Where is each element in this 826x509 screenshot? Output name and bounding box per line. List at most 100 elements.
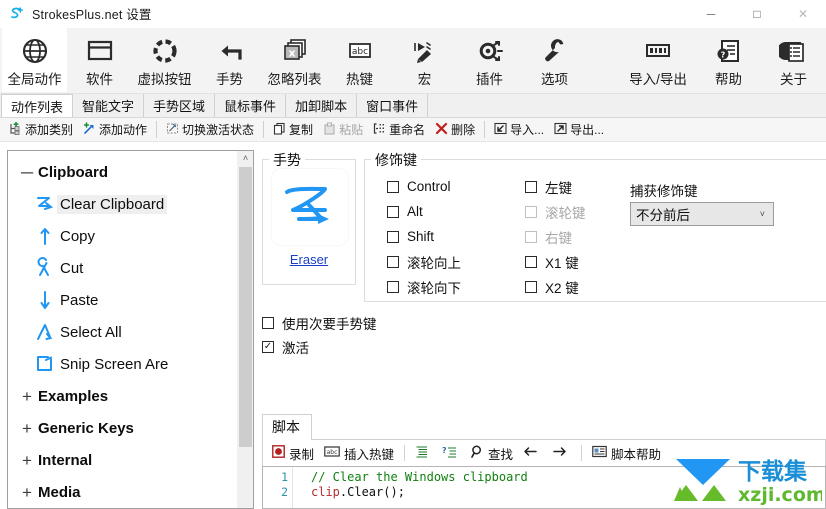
shift-checkbox[interactable] [387, 230, 399, 243]
tab-smart-text[interactable]: 智能文字 [73, 94, 145, 117]
actions-tree[interactable]: ─ Clipboard Clear Clipboard Copy Cut Pas… [8, 151, 237, 508]
checkbox-row-left-button[interactable]: 左键 [525, 174, 586, 199]
expand-expander-icon[interactable]: + [16, 484, 38, 501]
capture-modifiers-select[interactable]: 不分前后 ˅ [630, 202, 774, 226]
alt-checkbox[interactable] [387, 205, 399, 218]
tree-item-select-all[interactable]: Select All [8, 316, 237, 348]
tab-load-unload-scripts[interactable]: 加卸脚本 [286, 94, 358, 117]
tab-action-list[interactable]: 动作列表 [1, 94, 74, 117]
script-code-area[interactable]: // Clear the Windows clipboard clip.Clea… [293, 467, 825, 508]
import-button[interactable]: 导入... [489, 119, 549, 141]
delete-button[interactable]: 删除 [430, 119, 480, 141]
checkbox-row-x2-button[interactable]: X2 键 [525, 274, 586, 299]
checkbox-row-x1-button[interactable]: X1 键 [525, 249, 586, 274]
line-number: 2 [281, 485, 288, 499]
ribbon-item-software[interactable]: 软件 [67, 28, 132, 92]
use-secondary-gesture-key-checkbox[interactable] [262, 317, 274, 329]
expand-expander-icon[interactable]: + [16, 388, 38, 405]
intellisense-button[interactable]: ? [437, 442, 466, 464]
ribbon-item-hotkeys[interactable]: abc 热键 [327, 28, 392, 92]
x1-button-checkbox[interactable] [525, 255, 537, 268]
checkbox-row-enabled[interactable]: ✓ 激活 [262, 335, 377, 359]
tree-group-examples[interactable]: + Examples [8, 380, 237, 412]
rename-button[interactable]: 重命名 [368, 119, 430, 141]
maximize-button[interactable]: □ [734, 0, 780, 28]
scroll-up-arrow-icon[interactable]: ˄ [238, 151, 253, 165]
enabled-checkbox[interactable]: ✓ [262, 341, 274, 353]
checkbox-row-use-secondary-gesture-key[interactable]: 使用次要手势键 [262, 311, 377, 335]
navigate-forward-button[interactable] [547, 442, 576, 464]
ribbon-item-macros[interactable]: 宏 [392, 28, 457, 92]
left-button-checkbox[interactable] [525, 180, 537, 193]
navigate-back-button[interactable] [518, 442, 547, 464]
tree-group-generic-keys[interactable]: + Generic Keys [8, 412, 237, 444]
expand-expander-icon[interactable]: + [16, 452, 38, 469]
gesture-name-link[interactable]: Eraser [263, 252, 355, 267]
tab-gesture-zones[interactable]: 手势区域 [144, 94, 216, 117]
minimize-button[interactable]: ─ [688, 0, 734, 28]
tree-item-snip-screen-area[interactable]: Snip Screen Are [8, 348, 237, 380]
checkbox-row-wheel-down[interactable]: 滚轮向下 [387, 274, 461, 299]
format-lines-button[interactable] [410, 442, 437, 464]
paste-button[interactable]: 粘贴 [318, 119, 368, 141]
tree-item-clear-clipboard[interactable]: Clear Clipboard [8, 188, 237, 220]
ribbon-item-plugins[interactable]: 插件 [457, 28, 522, 92]
record-button[interactable]: 录制 [267, 442, 319, 464]
close-button[interactable]: ✕ [780, 0, 826, 28]
ribbon-item-about[interactable]: 关于 [761, 28, 826, 92]
copy-button[interactable]: 复制 [268, 119, 318, 141]
ribbon-label: 全局动作 [7, 72, 62, 87]
tree-node-label: Cut [60, 259, 84, 277]
checkbox-row-wheel-up[interactable]: 滚轮向上 [387, 249, 461, 274]
gesture-preview[interactable] [272, 169, 348, 245]
script-editor[interactable]: 1 2 // Clear the Windows clipboard clip.… [262, 466, 826, 509]
tab-mouse-events[interactable]: 鼠标事件 [215, 94, 287, 117]
toggle-enabled-icon [166, 122, 179, 138]
tree-group-internal[interactable]: + Internal [8, 444, 237, 476]
tree-group-clipboard[interactable]: ─ Clipboard [8, 156, 237, 188]
toolbar-separator [484, 121, 486, 138]
ribbon-item-virtual-buttons[interactable]: 虚拟按钮 [132, 28, 197, 92]
tree-group-media[interactable]: + Media [8, 476, 237, 508]
capture-modifiers-value: 不分前后 [636, 208, 690, 223]
collapse-expander-icon[interactable]: ─ [16, 164, 38, 181]
add-category-button[interactable]: 添加类别 [4, 119, 78, 141]
tree-item-paste[interactable]: Paste [8, 284, 237, 316]
action-label: 导出... [570, 123, 605, 137]
ribbon-item-gestures[interactable]: 手势 [197, 28, 262, 92]
action-label: 重命名 [389, 123, 426, 137]
checkbox-row-control[interactable]: Control [387, 174, 461, 199]
ribbon-item-import-export[interactable]: 导入/导出 [620, 28, 696, 92]
tree-item-copy[interactable]: Copy [8, 220, 237, 252]
add-action-button[interactable]: 添加动作 [78, 119, 152, 141]
abc-key-icon: abc [345, 34, 375, 67]
wheel-up-checkbox[interactable] [387, 255, 399, 268]
insert-hotkey-button[interactable]: abc 插入热键 [319, 442, 399, 464]
action-detail-pane: 手势 Eraser 修饰键 Control Alt Shift 滚轮向上 滚轮向… [254, 143, 826, 509]
export-button[interactable]: 导出... [549, 119, 609, 141]
ribbon-item-ignore-list[interactable]: x 忽略列表 [262, 28, 327, 92]
ribbon-label: 热键 [346, 72, 373, 87]
tree-vertical-scrollbar[interactable]: ˄ [237, 151, 253, 508]
x2-button-checkbox[interactable] [525, 280, 537, 293]
ribbon-item-options[interactable]: 选项 [522, 28, 587, 92]
gesture-up-arrow-icon [30, 225, 60, 247]
ribbon-item-help[interactable]: ? 帮助 [696, 28, 761, 92]
control-checkbox[interactable] [387, 180, 399, 193]
find-button[interactable]: 查找 [466, 442, 518, 464]
tab-window-events[interactable]: 窗口事件 [357, 94, 429, 117]
ribbon-item-global-actions[interactable]: 全局动作 [2, 28, 67, 92]
wheel-down-checkbox[interactable] [387, 280, 399, 293]
ribbon-label: 插件 [476, 72, 503, 87]
toggle-enabled-button[interactable]: 切换激活状态 [161, 119, 259, 141]
scrollbar-thumb[interactable] [239, 167, 252, 447]
tree-node-label: Select All [60, 323, 122, 341]
expand-expander-icon[interactable]: + [16, 420, 38, 437]
modifier-keys-group-box: 修饰键 Control Alt Shift 滚轮向上 滚轮向下 左键 滚轮键 右… [364, 150, 826, 302]
checkbox-row-alt[interactable]: Alt [387, 199, 461, 224]
tree-item-cut[interactable]: Cut [8, 252, 237, 284]
script-help-button[interactable]: 脚本帮助 [587, 442, 666, 464]
tab-script[interactable]: 脚本 [262, 414, 312, 440]
tree-node-label: Examples [38, 387, 109, 405]
checkbox-row-shift[interactable]: Shift [387, 224, 461, 249]
